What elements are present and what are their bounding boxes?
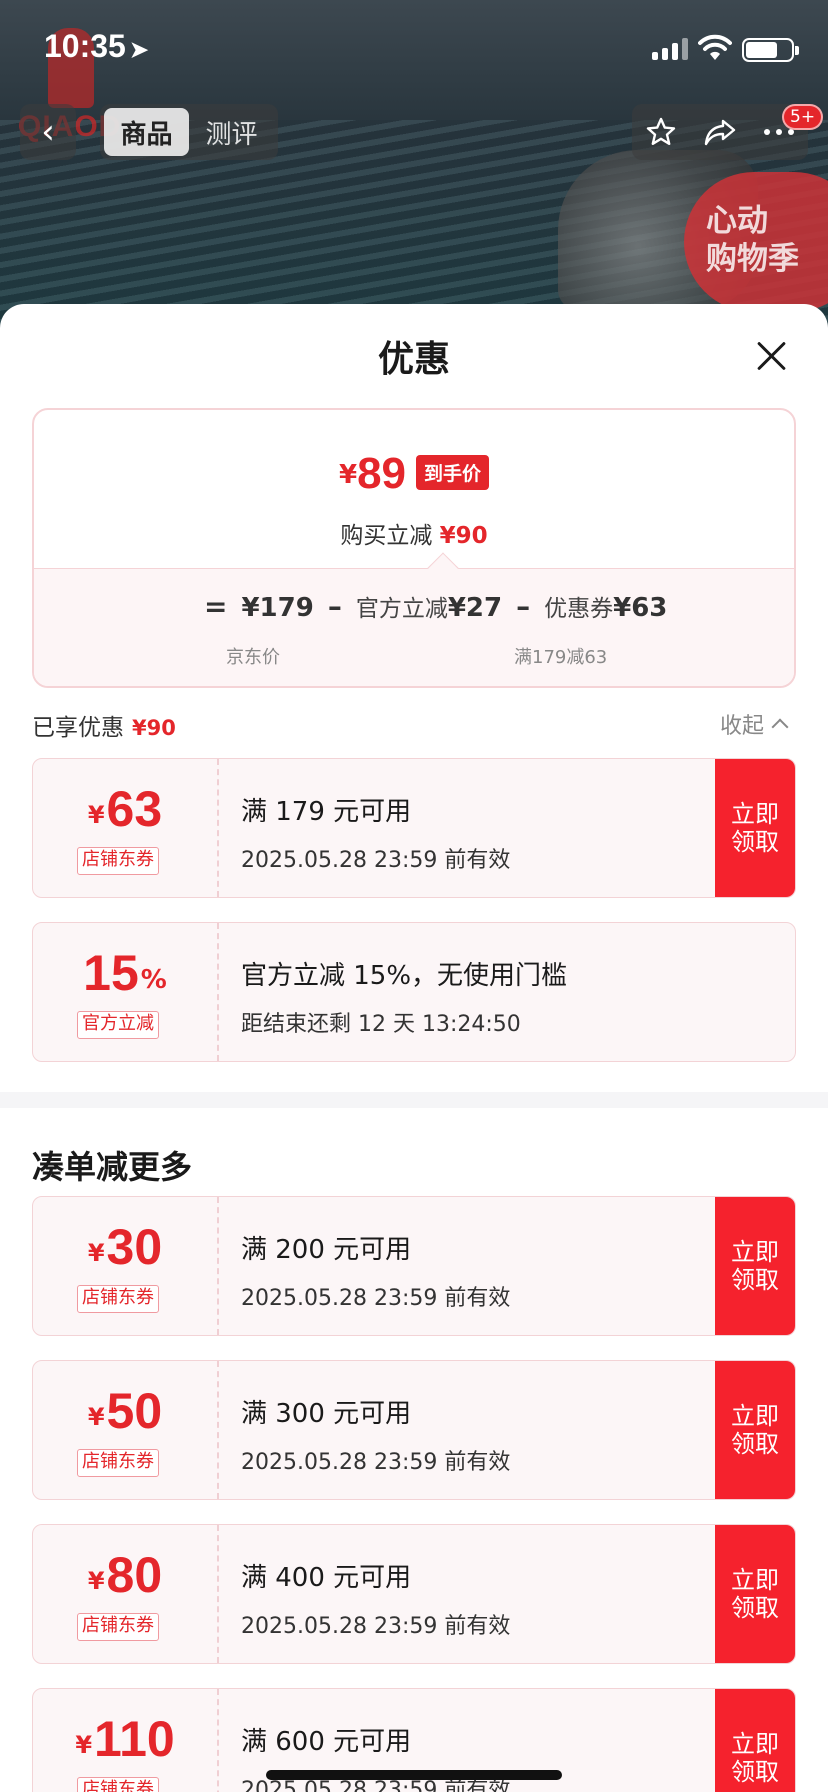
more-discounts-title: 凑单减更多 xyxy=(32,1148,193,1186)
share-icon[interactable] xyxy=(700,112,740,152)
section-divider xyxy=(0,1092,828,1108)
coupon-amount: ¥ 80 xyxy=(33,1549,217,1601)
battery-icon xyxy=(742,38,799,62)
discount-sheet: 优惠 ¥ 89 到手价 购买立减 ¥90 = ¥179 – 官方立减 ¥27 – xyxy=(0,304,828,1792)
coupon-type-tag: 店铺东券 xyxy=(77,1613,159,1641)
coupon-card: ¥ 80 店铺东券 满 400 元可用 2025.05.28 23:59 前有效… xyxy=(32,1524,796,1664)
price-breakdown: = ¥179 – 官方立减 ¥27 – 优惠券 ¥63 京东价 满179减63 xyxy=(34,552,794,686)
enjoyed-label: 已享优惠 xyxy=(32,715,124,741)
claim-coupon-button[interactable]: 立即领取 xyxy=(715,1689,795,1792)
coupon-card: ¥ 63 店铺东券 满 179 元可用 2025.05.28 23:59 前有效… xyxy=(32,758,796,898)
coupon-type-tag: 官方立减 xyxy=(77,1011,159,1039)
coupon-card: ¥ 50 店铺东券 满 300 元可用 2025.05.28 23:59 前有效… xyxy=(32,1360,796,1500)
coupon-currency: ¥ xyxy=(87,801,105,829)
final-price-value: 89 xyxy=(357,449,407,498)
coupon-value: 110 xyxy=(94,1711,175,1767)
wifi-icon xyxy=(698,34,732,60)
minus-sign: – xyxy=(516,590,531,623)
coupon-value: 80 xyxy=(106,1547,163,1603)
official-discount-amount: ¥27 xyxy=(447,593,503,623)
sheet-title: 优惠 xyxy=(377,339,450,380)
jd-price: ¥179 xyxy=(241,593,314,623)
coupon-condition: 官方立减 15%，无使用门槛 xyxy=(241,961,568,991)
coupon-currency: ¥ xyxy=(87,1567,105,1595)
coupon-value: 15 xyxy=(83,945,139,1001)
status-time: 10:35 ➤ xyxy=(44,28,149,64)
official-discount-label: 官方立减 xyxy=(355,596,448,622)
chevron-up-icon xyxy=(771,718,789,736)
saving-label: 购买立减 xyxy=(340,523,433,549)
enjoyed-discount-header: 已享优惠 ¥90 xyxy=(32,708,176,742)
coupon-condition: 满 600 元可用 xyxy=(241,1727,412,1757)
coupon-condition-label: 满179减63 xyxy=(514,647,608,668)
collapse-label: 收起 xyxy=(720,714,765,739)
coupon-value: 30 xyxy=(106,1219,163,1275)
price-summary-card: ¥ 89 到手价 购买立减 ¥90 = ¥179 – 官方立减 ¥27 – 优惠… xyxy=(32,408,796,688)
coupon-value: 63 xyxy=(106,781,163,837)
coupon-type-tag: 店铺东券 xyxy=(77,1777,159,1792)
coupon-validity: 2025.05.28 23:59 前有效 xyxy=(241,848,511,873)
coupon-type-tag: 店铺东券 xyxy=(77,1449,159,1477)
tab-product[interactable]: 商品 xyxy=(104,108,189,156)
coupon-amount: ¥ 63 xyxy=(33,783,217,835)
coupon-currency: ¥ xyxy=(75,1731,93,1759)
coupon-percent-sign: % xyxy=(140,965,167,995)
saving-amount: ¥90 xyxy=(439,523,488,549)
coupon-countdown: 距结束还剩 12 天 13:24:50 xyxy=(241,1012,521,1037)
coupon-condition: 满 200 元可用 xyxy=(241,1235,412,1265)
coupon-validity: 2025.05.28 23:59 前有效 xyxy=(241,1614,511,1639)
coupon-validity: 2025.05.28 23:59 前有效 xyxy=(241,1286,511,1311)
claim-coupon-button[interactable]: 立即领取 xyxy=(715,1361,795,1499)
coupon-currency: ¥ xyxy=(87,1239,105,1267)
coupon-value: 50 xyxy=(106,1383,163,1439)
final-price: ¥ 89 到手价 xyxy=(34,452,794,496)
coupon-amount: 15 % xyxy=(33,947,217,999)
coupon-currency: ¥ xyxy=(87,1403,105,1431)
home-indicator xyxy=(266,1770,562,1780)
coupon-validity: 2025.05.28 23:59 前有效 xyxy=(241,1450,511,1475)
enjoyed-amount: ¥90 xyxy=(132,716,176,740)
coupon-condition: 满 400 元可用 xyxy=(241,1563,412,1593)
promo-event-badge[interactable]: 心动 购物季 xyxy=(684,172,828,312)
final-price-currency: ¥ xyxy=(338,460,358,490)
coupon-type-tag: 店铺东券 xyxy=(77,847,159,875)
status-bar: 10:35 ➤ xyxy=(0,0,828,100)
coupon-condition: 满 300 元可用 xyxy=(241,1399,412,1429)
coupon-discount-amount: ¥63 xyxy=(613,593,668,623)
claim-coupon-button[interactable]: 立即领取 xyxy=(715,759,795,897)
jd-price-label: 京东价 xyxy=(226,647,280,668)
equals-sign: = xyxy=(204,590,228,623)
coupon-card: ¥ 30 店铺东券 满 200 元可用 2025.05.28 23:59 前有效… xyxy=(32,1196,796,1336)
coupon-amount: ¥ 30 xyxy=(33,1221,217,1273)
location-icon: ➤ xyxy=(129,37,149,62)
saving-line: 购买立减 ¥90 xyxy=(34,516,794,550)
minus-sign: – xyxy=(327,590,342,623)
tab-reviews[interactable]: 测评 xyxy=(189,108,274,156)
coupon-condition: 满 179 元可用 xyxy=(241,797,412,827)
close-icon[interactable] xyxy=(752,336,792,376)
final-price-tag: 到手价 xyxy=(416,455,490,490)
chevron-left-icon: ‹ xyxy=(41,112,55,152)
star-icon[interactable] xyxy=(641,112,681,152)
claim-coupon-button[interactable]: 立即领取 xyxy=(715,1197,795,1335)
claim-coupon-button[interactable]: 立即领取 xyxy=(715,1525,795,1663)
coupon-amount: ¥ 110 xyxy=(33,1713,217,1765)
price-formula: = ¥179 – 官方立减 ¥27 – 优惠券 ¥63 xyxy=(190,589,667,623)
collapse-button[interactable]: 收起 xyxy=(720,708,789,740)
coupon-amount: ¥ 50 xyxy=(33,1385,217,1437)
coupon-card: 15 % 官方立减 官方立减 15%，无使用门槛 距结束还剩 12 天 13:2… xyxy=(32,922,796,1062)
coupon-discount-label: 优惠券 xyxy=(544,596,614,622)
back-button[interactable]: ‹ xyxy=(20,104,76,160)
message-count-badge: 5+ xyxy=(782,104,824,130)
page-tab-switch: 商品 测评 xyxy=(100,104,278,160)
coupon-type-tag: 店铺东券 xyxy=(77,1285,159,1313)
cellular-signal-icon xyxy=(652,38,688,60)
